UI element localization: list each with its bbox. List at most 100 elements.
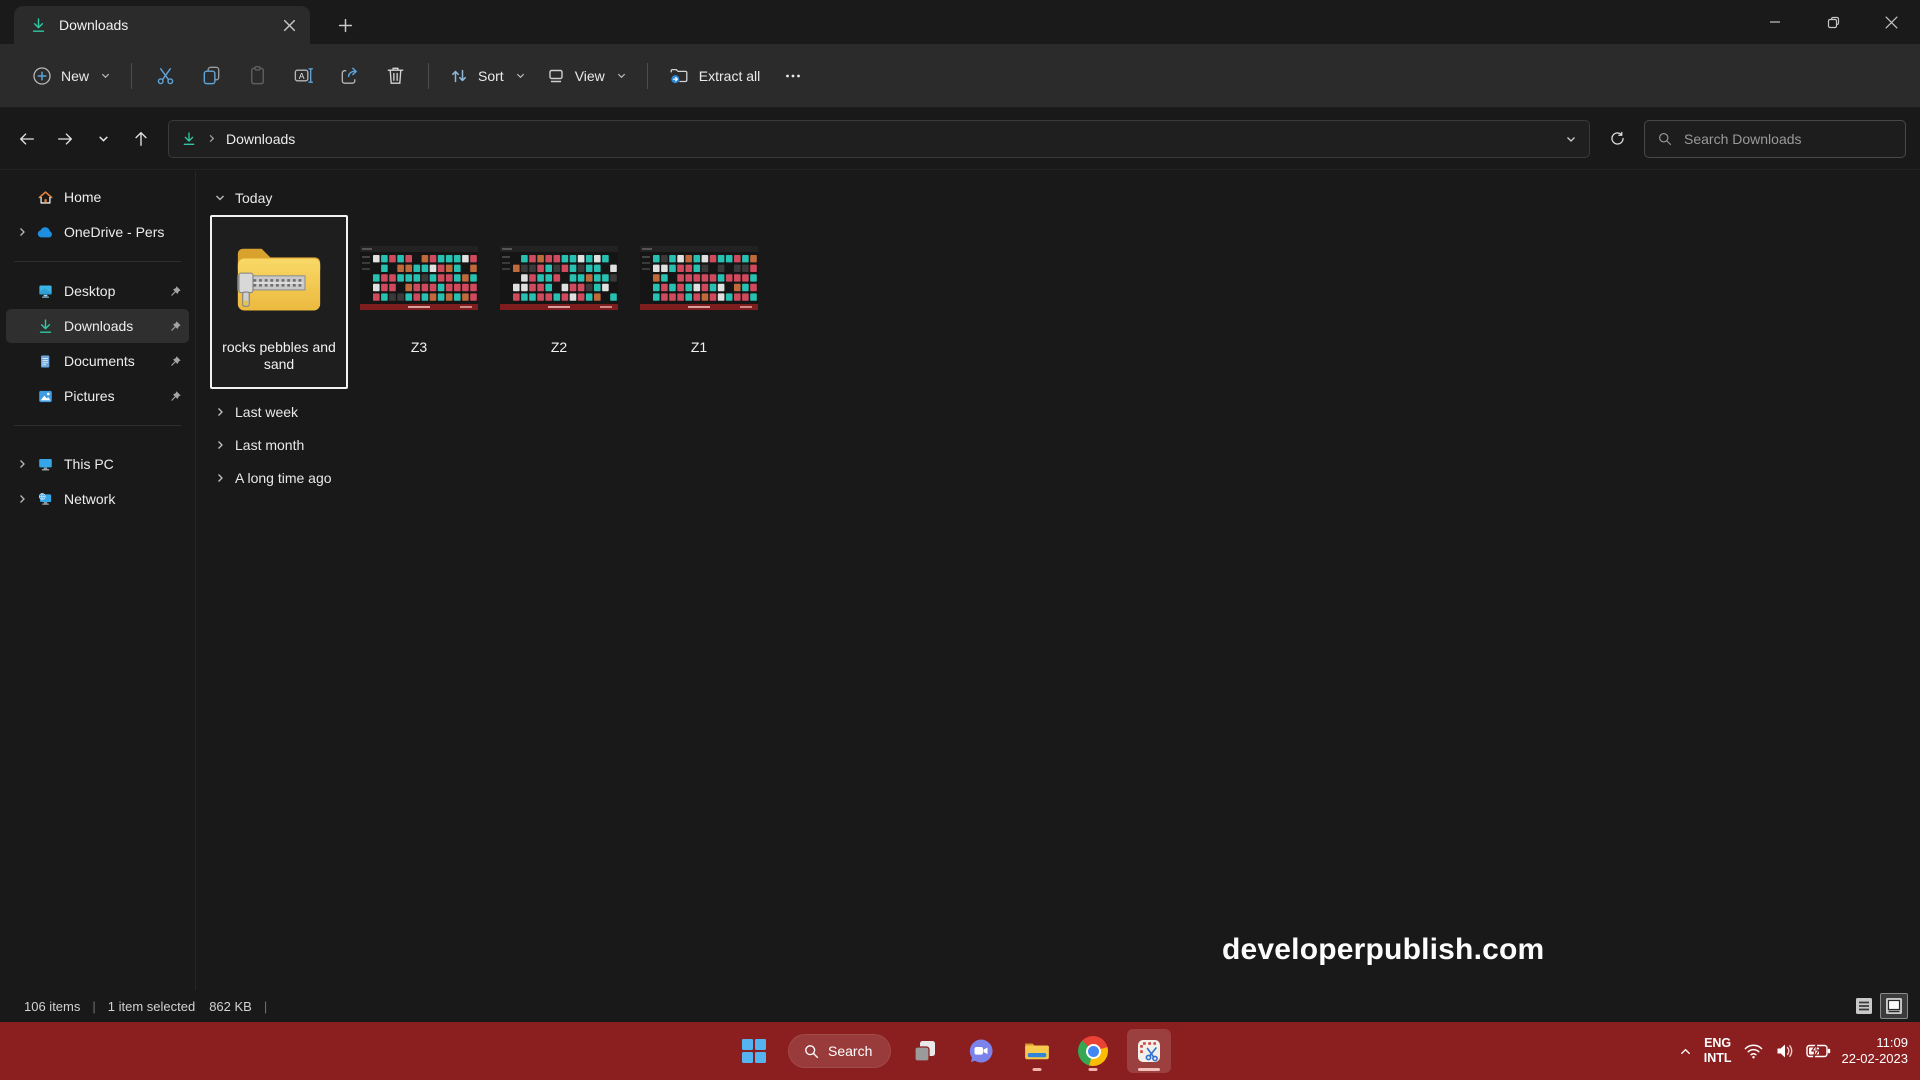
back-button[interactable] bbox=[8, 121, 46, 157]
file-name: Z1 bbox=[638, 339, 760, 356]
file-tile-z2[interactable]: Z2 bbox=[490, 215, 628, 389]
tray-date: 22-02-2023 bbox=[1842, 1051, 1909, 1067]
sidebar-item-pictures[interactable]: Pictures bbox=[6, 379, 189, 413]
restore-button[interactable] bbox=[1804, 0, 1862, 44]
group-header-long-time-ago[interactable]: A long time ago bbox=[214, 461, 1920, 494]
titlebar: Downloads bbox=[0, 0, 1920, 44]
copy-button[interactable] bbox=[188, 56, 234, 96]
pin-icon bbox=[165, 320, 185, 333]
sidebar-item-home[interactable]: Home bbox=[6, 180, 189, 214]
sidebar-item-downloads[interactable]: Downloads bbox=[6, 309, 189, 343]
recent-locations-chevron[interactable] bbox=[84, 121, 122, 157]
breadcrumb: Downloads bbox=[181, 131, 295, 147]
snipping-tool-button[interactable] bbox=[1127, 1029, 1171, 1073]
sidebar-item-label: Desktop bbox=[64, 283, 165, 299]
chevron-right-icon[interactable] bbox=[214, 406, 226, 418]
details-view-toggle[interactable] bbox=[1853, 996, 1875, 1016]
sidebar-item-network[interactable]: Network bbox=[6, 482, 189, 516]
tray-chevron-up-icon[interactable] bbox=[1678, 1044, 1693, 1059]
sidebar-item-this-pc[interactable]: This PC bbox=[6, 447, 189, 481]
sidebar-item-documents[interactable]: Documents bbox=[6, 344, 189, 378]
new-plus-circle-icon bbox=[32, 66, 52, 86]
explorer-tab[interactable]: Downloads bbox=[14, 6, 310, 44]
sidebar-item-desktop[interactable]: Desktop bbox=[6, 274, 189, 308]
cut-button[interactable] bbox=[142, 56, 188, 96]
search-box[interactable] bbox=[1644, 120, 1906, 158]
search-input[interactable] bbox=[1682, 130, 1893, 148]
pin-icon bbox=[165, 285, 185, 298]
chevron-down-icon[interactable] bbox=[214, 192, 226, 204]
new-tab-button[interactable] bbox=[330, 11, 360, 39]
extract-all-button[interactable]: Extract all bbox=[658, 56, 770, 96]
group-label: A long time ago bbox=[235, 470, 332, 486]
address-field[interactable]: Downloads bbox=[168, 120, 1590, 158]
file-explorer-button[interactable] bbox=[1015, 1029, 1059, 1073]
download-icon bbox=[30, 17, 47, 34]
thumbnail-view-toggle[interactable] bbox=[1880, 993, 1908, 1019]
window-controls bbox=[1746, 0, 1920, 44]
language-indicator[interactable]: ENG INTL bbox=[1704, 1036, 1732, 1066]
new-button-label: New bbox=[61, 68, 89, 84]
sort-arrows-icon bbox=[449, 66, 469, 86]
delete-button[interactable] bbox=[372, 56, 418, 96]
chevron-right-icon[interactable] bbox=[12, 458, 32, 470]
screenshot-thumbnail bbox=[640, 246, 758, 310]
paste-button[interactable] bbox=[234, 56, 280, 96]
up-button[interactable] bbox=[122, 121, 160, 157]
screenshot-thumbnail bbox=[360, 246, 478, 310]
file-tile-z3[interactable]: Z3 bbox=[350, 215, 488, 389]
address-dropdown-chevron[interactable] bbox=[1565, 133, 1577, 145]
chrome-button[interactable] bbox=[1071, 1029, 1115, 1073]
group-header-last-month[interactable]: Last month bbox=[214, 428, 1920, 461]
share-button[interactable] bbox=[326, 56, 372, 96]
extract-all-label: Extract all bbox=[699, 68, 760, 84]
address-bar: Downloads bbox=[0, 108, 1920, 170]
forward-button[interactable] bbox=[46, 121, 84, 157]
sort-button[interactable]: Sort bbox=[439, 56, 536, 96]
start-button[interactable] bbox=[732, 1029, 776, 1073]
chevron-right-icon[interactable] bbox=[12, 226, 32, 238]
group-header-last-week[interactable]: Last week bbox=[214, 395, 1920, 428]
sidebar-item-onedrive[interactable]: OneDrive - Persona bbox=[6, 215, 189, 249]
group-label: Today bbox=[235, 190, 272, 206]
task-view-button[interactable] bbox=[903, 1029, 947, 1073]
this-pc-icon bbox=[32, 456, 58, 473]
chat-button[interactable] bbox=[959, 1029, 1003, 1073]
toolbar-separator bbox=[647, 63, 648, 89]
new-button[interactable]: New bbox=[22, 56, 121, 96]
search-icon bbox=[1657, 131, 1672, 146]
toolbar-separator bbox=[131, 63, 132, 89]
chevron-right-icon[interactable] bbox=[214, 472, 226, 484]
close-button[interactable] bbox=[1862, 0, 1920, 44]
file-tile-z1[interactable]: Z1 bbox=[630, 215, 768, 389]
view-layout-icon bbox=[546, 66, 566, 86]
chevron-down-icon bbox=[515, 70, 526, 81]
wifi-icon[interactable] bbox=[1743, 1042, 1764, 1060]
group-label: Last month bbox=[235, 437, 304, 453]
more-options-button[interactable] bbox=[770, 56, 816, 96]
status-bar: 106 items | 1 item selected 862 KB | bbox=[0, 990, 1920, 1022]
minimize-button[interactable] bbox=[1746, 0, 1804, 44]
tab-close-icon[interactable] bbox=[276, 12, 302, 38]
battery-icon[interactable] bbox=[1806, 1043, 1831, 1059]
sidebar-item-label: Pictures bbox=[64, 388, 165, 404]
refresh-button[interactable] bbox=[1598, 121, 1636, 157]
chevron-right-icon[interactable] bbox=[12, 493, 32, 505]
view-button[interactable]: View bbox=[536, 56, 637, 96]
group-header-today[interactable]: Today bbox=[214, 185, 1920, 211]
navigation-pane: Home OneDrive - Persona bbox=[0, 171, 196, 990]
selection-count: 1 item selected bbox=[108, 999, 195, 1014]
taskbar-search[interactable]: Search bbox=[788, 1034, 891, 1068]
tab-title: Downloads bbox=[59, 17, 264, 33]
sidebar-item-label: Documents bbox=[64, 353, 165, 369]
desktop-icon bbox=[32, 283, 58, 300]
chevron-right-icon[interactable] bbox=[214, 439, 226, 451]
file-tile-zip-selected[interactable]: rocks pebbles and sand bbox=[210, 215, 348, 389]
breadcrumb-folder[interactable]: Downloads bbox=[226, 131, 295, 147]
selection-size: 862 KB bbox=[209, 999, 252, 1014]
clock[interactable]: 11:09 22-02-2023 bbox=[1842, 1035, 1909, 1067]
tray-time: 11:09 bbox=[1842, 1035, 1909, 1051]
rename-button[interactable]: A bbox=[280, 56, 326, 96]
chrome-icon bbox=[1078, 1036, 1108, 1066]
volume-icon[interactable] bbox=[1775, 1042, 1795, 1060]
